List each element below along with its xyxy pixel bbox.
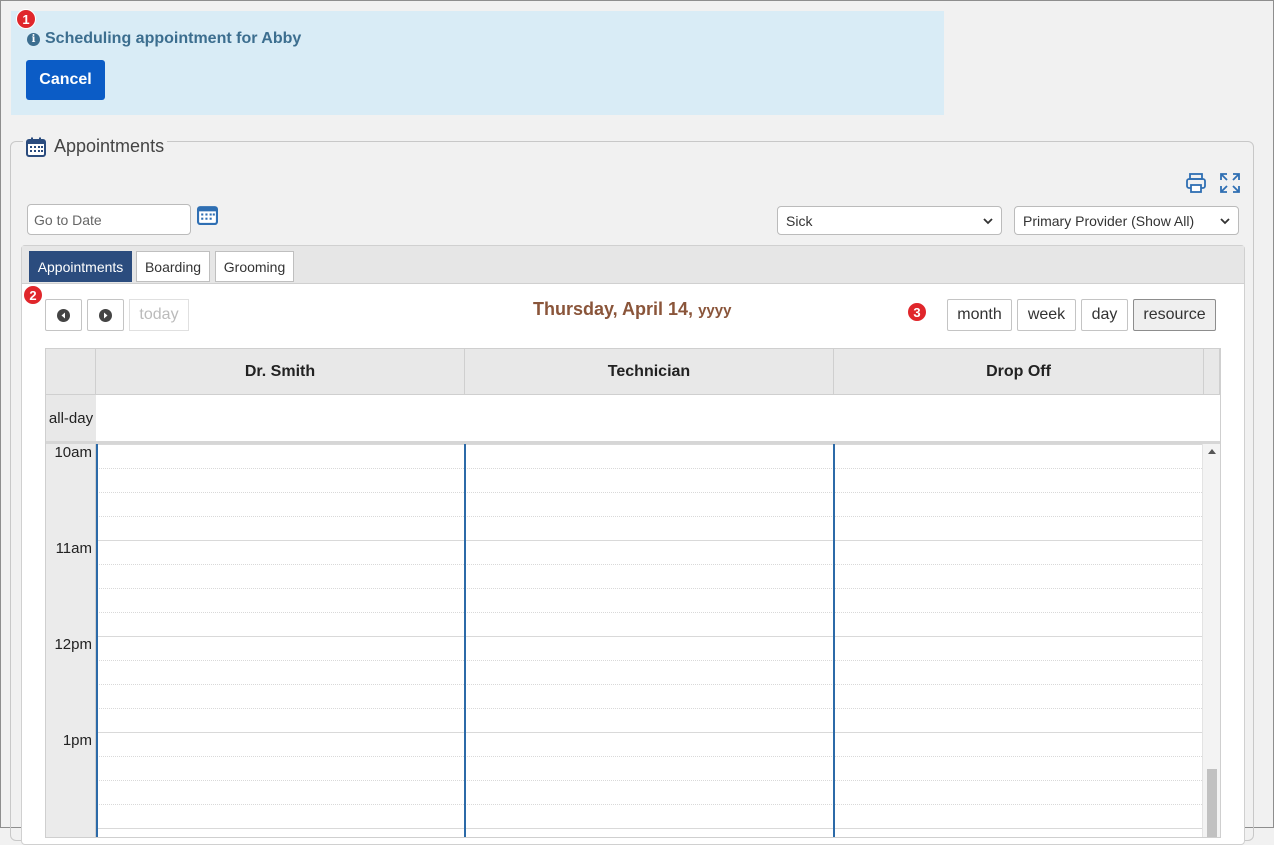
chevron-right-icon <box>99 308 112 322</box>
calendar-scrollbar[interactable] <box>1202 444 1220 837</box>
resource-header-technician: Technician <box>465 349 834 395</box>
print-icon[interactable] <box>1185 172 1207 194</box>
view-month-button[interactable]: month <box>947 299 1012 331</box>
time-gutter: 10am 11am 12pm 1pm <box>46 444 96 837</box>
cancel-button[interactable]: Cancel <box>26 60 105 100</box>
banner-message: i Scheduling appointment for Abby <box>27 30 301 48</box>
time-slot-line <box>96 660 1202 661</box>
scroll-up-arrow-icon[interactable] <box>1208 449 1216 454</box>
prev-button[interactable] <box>45 299 82 331</box>
time-slot-line <box>96 516 1202 517</box>
calendar-date-title: Thursday, April 14, yyyy <box>533 299 731 320</box>
time-slot-line <box>96 492 1202 493</box>
banner-message-text: Scheduling appointment for Abby <box>45 30 302 47</box>
chevron-left-icon <box>57 308 70 322</box>
time-label-1pm: 1pm <box>62 732 92 749</box>
all-day-label: all-day <box>46 395 96 441</box>
date-picker-icon[interactable] <box>197 204 218 225</box>
time-label-12pm: 12pm <box>54 636 92 653</box>
time-gutter-header <box>46 349 96 395</box>
view-week-button[interactable]: week <box>1017 299 1076 331</box>
reason-select[interactable]: Sick <box>777 206 1002 235</box>
time-slot-line <box>96 780 1202 781</box>
next-button[interactable] <box>87 299 124 331</box>
resource-header-dr-smith: Dr. Smith <box>96 349 465 395</box>
time-slot-line <box>96 732 1202 733</box>
chevron-down-icon <box>983 217 993 224</box>
time-label-11am: 11am <box>55 540 92 557</box>
scheduling-banner: i Scheduling appointment for Abby Cancel <box>11 11 944 115</box>
tab-appointments[interactable]: Appointments <box>29 251 132 282</box>
time-slot-line <box>96 708 1202 709</box>
info-icon: i <box>27 32 40 46</box>
time-slot-line <box>96 804 1202 805</box>
view-resource-button[interactable]: resource <box>1133 299 1216 331</box>
go-to-date-input[interactable] <box>27 204 191 235</box>
calendar-date-text: Thursday, April 14, <box>533 299 694 319</box>
step-badge-1: 1 <box>16 9 36 29</box>
resource-column-divider <box>833 444 835 837</box>
time-slot-line <box>96 588 1202 589</box>
time-slot-line <box>96 444 1202 445</box>
provider-select[interactable]: Primary Provider (Show All) <box>1014 206 1239 235</box>
step-badge-3: 3 <box>907 302 927 322</box>
chevron-down-icon <box>1220 217 1230 224</box>
time-label-10am: 10am <box>54 444 92 461</box>
time-slot-line <box>96 828 1202 829</box>
appointments-legend: Appointments <box>23 136 168 157</box>
resource-column-divider <box>464 444 466 837</box>
time-slot-line <box>96 540 1202 541</box>
scrollbar-header-spacer <box>1204 349 1220 395</box>
resource-header-drop-off: Drop Off <box>834 349 1204 395</box>
time-slot-line <box>96 468 1202 469</box>
expand-icon[interactable] <box>1219 172 1241 194</box>
tab-bar: Appointments Boarding Grooming <box>22 246 1244 284</box>
provider-select-value: Primary Provider (Show All) <box>1023 212 1195 229</box>
time-slot-line <box>96 684 1202 685</box>
calendar-date-year: yyyy <box>698 302 732 319</box>
resource-calendar-grid: Dr. Smith Technician Drop Off all-day 10… <box>45 348 1221 838</box>
tab-grooming[interactable]: Grooming <box>215 251 294 282</box>
appointments-title: Appointments <box>54 136 165 156</box>
calendar-icon <box>26 137 46 157</box>
today-button[interactable]: today <box>129 299 189 331</box>
time-slot-line <box>96 636 1202 637</box>
reason-select-value: Sick <box>786 212 813 229</box>
time-slot-line <box>96 564 1202 565</box>
tab-boarding[interactable]: Boarding <box>136 251 210 282</box>
time-slot-line <box>96 756 1202 757</box>
time-slot-line <box>96 612 1202 613</box>
all-day-row[interactable]: all-day <box>46 395 1220 444</box>
view-day-button[interactable]: day <box>1081 299 1128 331</box>
step-badge-2: 2 <box>23 285 43 305</box>
resource-column-divider <box>96 444 98 837</box>
